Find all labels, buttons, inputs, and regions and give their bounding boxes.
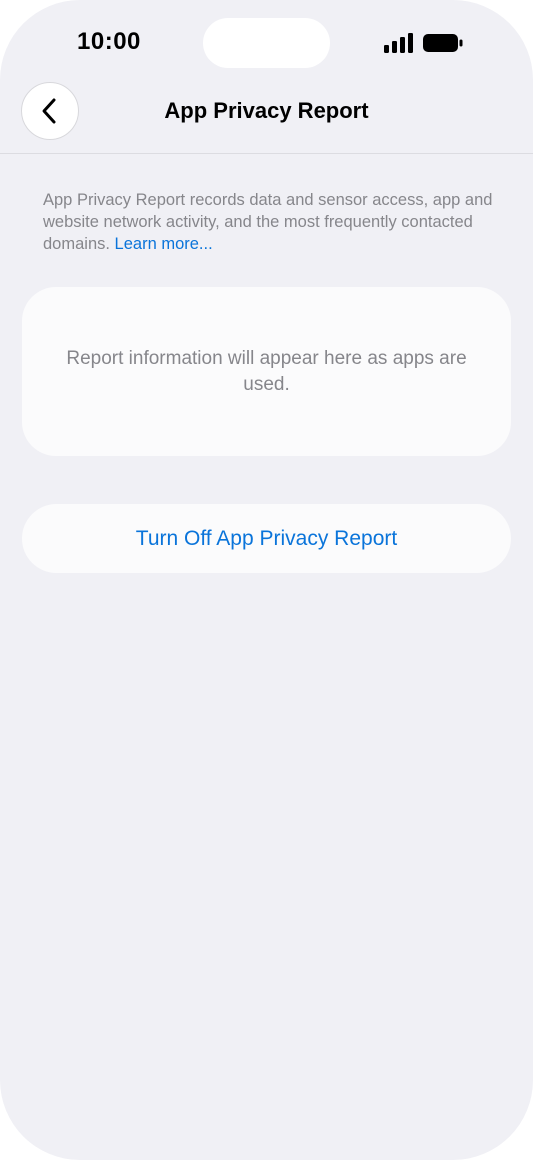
battery-full-icon: [423, 34, 463, 52]
description-text: App Privacy Report records data and sens…: [43, 189, 493, 255]
status-icons: [384, 32, 464, 54]
status-bar: 10:00: [0, 0, 533, 80]
learn-more-link[interactable]: Learn more...: [115, 235, 213, 253]
dynamic-island: [203, 18, 330, 68]
navigation-bar: App Privacy Report: [0, 80, 533, 154]
report-card: Report information will appear here as a…: [22, 287, 511, 456]
cellular-signal-icon: [384, 33, 413, 53]
page-title: App Privacy Report: [164, 98, 369, 123]
status-time: 10:00: [77, 28, 141, 55]
turn-off-label: Turn Off App Privacy Report: [135, 526, 398, 550]
description-body: App Privacy Report records data and sens…: [43, 191, 493, 253]
turn-off-app-privacy-report-button[interactable]: Turn Off App Privacy Report: [22, 504, 511, 573]
report-empty-message: Report information will appear here as a…: [66, 347, 467, 395]
phone-screen: 10:00 App Privacy Report App Privacy Rep…: [0, 0, 533, 1160]
